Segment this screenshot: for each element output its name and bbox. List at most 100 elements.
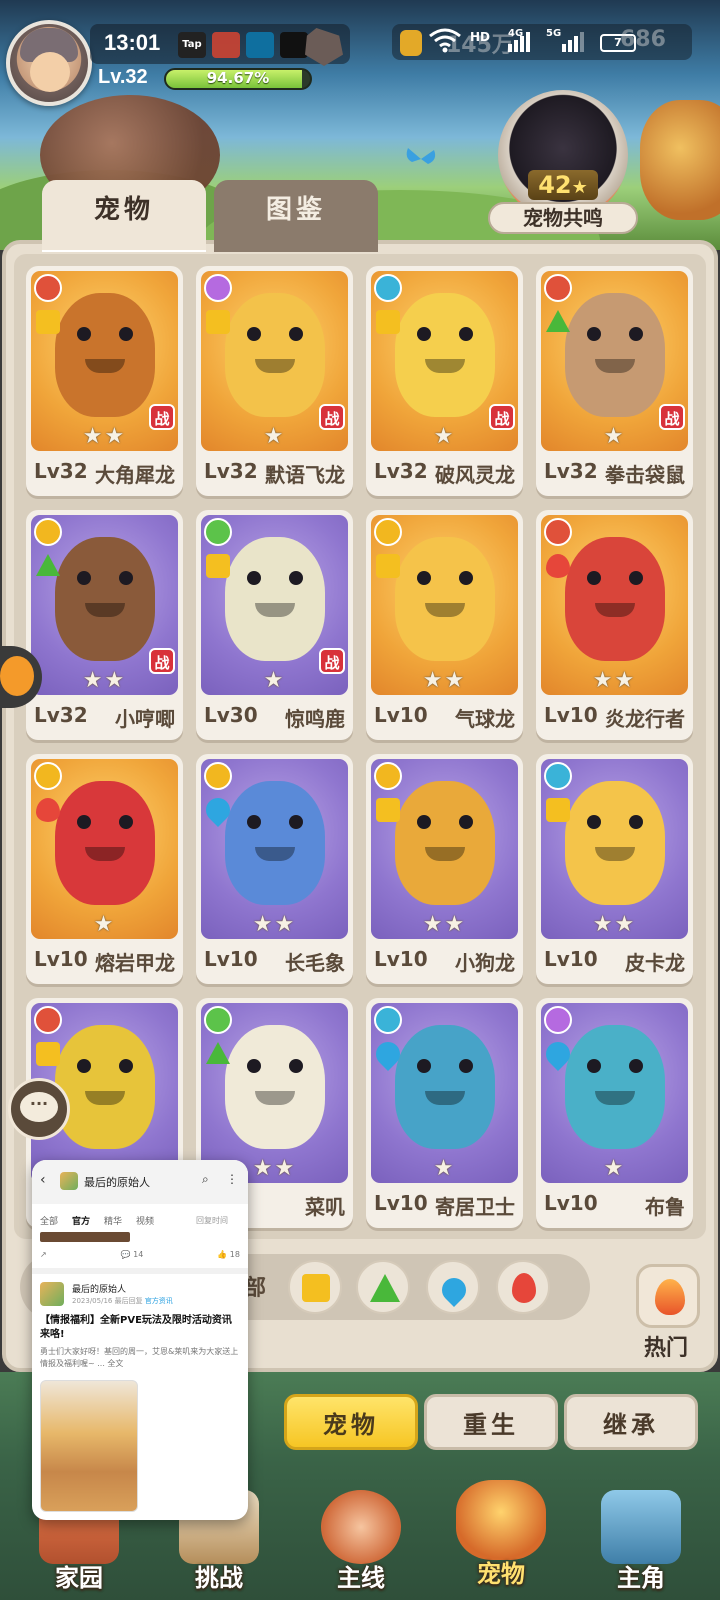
player-avatar[interactable] — [6, 20, 92, 106]
pet-grid-container[interactable]: ★★ 战 Lv32 大角犀龙 ★ 战 Lv32 默语飞龙 ★ 战 Lv32 破风灵龙 ★ 战 Lv32 拳击袋… — [14, 254, 706, 1239]
gem-amount: 686 — [620, 27, 666, 52]
pet-resonance-button[interactable]: 42★ 宠物共鸣 — [488, 84, 638, 234]
game-app-icon — [60, 1172, 78, 1190]
type-badge-icon — [546, 798, 570, 822]
pet-grid: ★★ 战 Lv32 大角犀龙 ★ 战 Lv32 默语飞龙 ★ 战 Lv32 破风灵龙 ★ 战 Lv32 拳击袋… — [26, 266, 693, 1228]
pet-icon — [456, 1480, 546, 1560]
inherit-button[interactable]: 继承 — [564, 1394, 698, 1450]
pet-stars: ★★ — [422, 668, 467, 693]
pet-card[interactable]: ★ 战 Lv32 拳击袋鼠 — [536, 266, 693, 496]
element-badge-icon — [204, 762, 232, 790]
chat-button[interactable]: ··· — [8, 1078, 70, 1140]
pet-name: 布鲁 — [645, 1195, 685, 1219]
nav-hero[interactable]: 主角 — [586, 1490, 696, 1600]
pet-card[interactable]: ★★ Lv10 皮卡龙 — [536, 754, 693, 984]
pet-creature-image — [565, 537, 665, 661]
triangle-type-icon — [370, 1274, 400, 1302]
type-badge-icon — [36, 1042, 60, 1066]
pet-level: Lv10 — [374, 947, 428, 971]
like-count[interactable]: 👍 18 — [217, 1250, 240, 1259]
pet-level: Lv10 — [34, 947, 88, 971]
popup-tab[interactable]: 全部 — [40, 1214, 58, 1227]
type-badge-icon — [36, 554, 60, 576]
chat-icon: ··· — [20, 1092, 58, 1122]
back-icon[interactable]: ‹ — [40, 1172, 46, 1188]
pet-creature-image — [225, 781, 325, 905]
pet-name: 长毛象 — [285, 951, 345, 975]
combat-badge: 战 — [659, 404, 685, 430]
type-badge-icon — [36, 798, 60, 822]
pet-card[interactable]: ★★ Lv10 炎龙行者 — [536, 510, 693, 740]
notification-icons: Tap — [178, 32, 308, 58]
orange-orb-icon — [0, 656, 34, 696]
nav-pet[interactable]: 宠物 — [446, 1480, 556, 1590]
combat-badge: 战 — [149, 404, 175, 430]
comment-count[interactable]: 💬 14 — [121, 1250, 144, 1259]
filter-grass-type-button[interactable] — [356, 1260, 410, 1314]
filter-fire-type-button[interactable] — [496, 1260, 550, 1314]
pet-card[interactable]: ★★ 战 Lv32 大角犀龙 — [26, 266, 183, 496]
hot-sort-button[interactable] — [636, 1264, 700, 1328]
pet-card[interactable]: ★ 战 Lv30 惊鸣鹿 — [196, 510, 353, 740]
app-icon — [212, 32, 240, 58]
popup-tab[interactable]: 精华 — [104, 1214, 122, 1227]
filter-yellow-type-button[interactable] — [288, 1260, 342, 1314]
share-icon[interactable]: ↗ — [40, 1250, 47, 1259]
post-thumbnail[interactable] — [40, 1380, 138, 1512]
pet-level: Lv10 — [544, 1191, 598, 1215]
element-badge-icon — [34, 762, 62, 790]
more-icon[interactable]: ⋮ — [226, 1172, 238, 1186]
pet-creature-image — [55, 1025, 155, 1149]
tab-pets[interactable]: 宠物 — [42, 180, 206, 252]
resonance-label: 宠物共鸣 — [488, 202, 638, 234]
type-badge-icon — [376, 554, 400, 578]
community-popup[interactable]: ‹ 最后的原始人 ⌕ ⋮ 全部 官方 精华 视频 回复时间 ↗ 💬 14 👍 1… — [32, 1160, 248, 1520]
popup-tab-active[interactable]: 官方 — [72, 1214, 90, 1227]
pet-level: Lv32 — [204, 459, 258, 483]
pet-card[interactable]: ★★ 战 Lv32 小哼唧 — [26, 510, 183, 740]
type-badge-icon — [546, 310, 570, 332]
element-badge-icon — [34, 1006, 62, 1034]
pet-level: Lv32 — [544, 459, 598, 483]
element-badge-icon — [544, 1006, 572, 1034]
pet-creature-image — [55, 781, 155, 905]
butterfly-icon — [406, 148, 436, 164]
combat-badge: 战 — [489, 404, 515, 430]
tap-app-icon: Tap — [178, 32, 206, 58]
pet-card[interactable]: ★ Lv10 布鲁 — [536, 998, 693, 1228]
pet-creature-image — [565, 293, 665, 417]
pet-level: Lv10 — [374, 703, 428, 727]
rebirth-button[interactable]: 重生 — [424, 1394, 558, 1450]
pet-card[interactable]: ★★ Lv10 小狗龙 — [366, 754, 523, 984]
pet-stars: ★★ — [422, 912, 467, 937]
pet-card[interactable]: ★★ Lv10 气球龙 — [366, 510, 523, 740]
pet-name: 大角犀龙 — [95, 463, 175, 487]
post-title[interactable]: 【情报福利】全新PVE玩法及限时活动资讯来咯! — [40, 1314, 240, 1342]
hot-label: 热门 — [644, 1336, 689, 1361]
element-badge-icon — [34, 518, 62, 546]
pet-stars: ★ — [433, 1156, 456, 1181]
sort-dropdown[interactable]: 回复时间 — [196, 1215, 228, 1226]
nav-main-quest[interactable]: 主线 — [306, 1490, 416, 1600]
search-icon[interactable]: ⌕ — [202, 1172, 209, 1187]
pet-card[interactable]: ★★ Lv10 长毛象 — [196, 754, 353, 984]
pet-name: 气球龙 — [455, 707, 515, 731]
pet-name: 小狗龙 — [455, 951, 515, 975]
pet-level: Lv32 — [34, 703, 88, 727]
pet-card[interactable]: ★ 战 Lv32 破风灵龙 — [366, 266, 523, 496]
filter-water-type-button[interactable] — [426, 1260, 480, 1314]
pet-level: Lv10 — [544, 947, 598, 971]
post-excerpt: 勇士们大家好呀！基回的周一，艾恩&莱叽来为大家送上情报及福利喔~ ... 全文 — [40, 1347, 239, 1368]
pet-level: Lv32 — [374, 459, 428, 483]
tab-codex[interactable]: 图鉴 — [214, 180, 378, 252]
pet-card[interactable]: ★ Lv10 寄居卫士 — [366, 998, 523, 1228]
element-badge-icon — [204, 274, 232, 302]
type-badge-icon — [206, 554, 230, 578]
element-badge-icon — [34, 274, 62, 302]
flame-icon — [655, 1279, 685, 1315]
popup-tab[interactable]: 视频 — [136, 1214, 154, 1227]
exp-percent: 94.67% — [206, 69, 270, 87]
pet-card[interactable]: ★ Lv10 熔岩甲龙 — [26, 754, 183, 984]
pet-action-button[interactable]: 宠物 — [284, 1394, 418, 1450]
pet-card[interactable]: ★ 战 Lv32 默语飞龙 — [196, 266, 353, 496]
